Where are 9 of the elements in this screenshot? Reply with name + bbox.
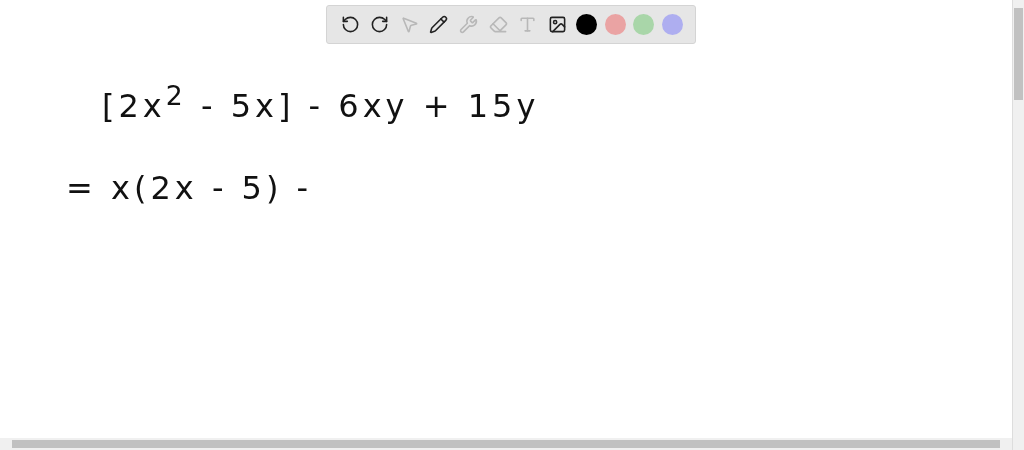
vertical-scrollbar[interactable] <box>1012 0 1024 450</box>
color-swatch[interactable] <box>604 14 626 35</box>
handwritten-equation: = x(2x - 5) - <box>66 168 314 207</box>
color-swatch[interactable] <box>576 14 597 35</box>
pencil-icon[interactable] <box>427 13 450 36</box>
horizontal-scrollbar[interactable] <box>0 438 1012 450</box>
handwritten-equation: [2x$^{2}$ - 5x] - 6xy + 15y <box>102 80 541 125</box>
color-swatch[interactable] <box>633 14 655 35</box>
color-swatch[interactable] <box>661 14 683 35</box>
